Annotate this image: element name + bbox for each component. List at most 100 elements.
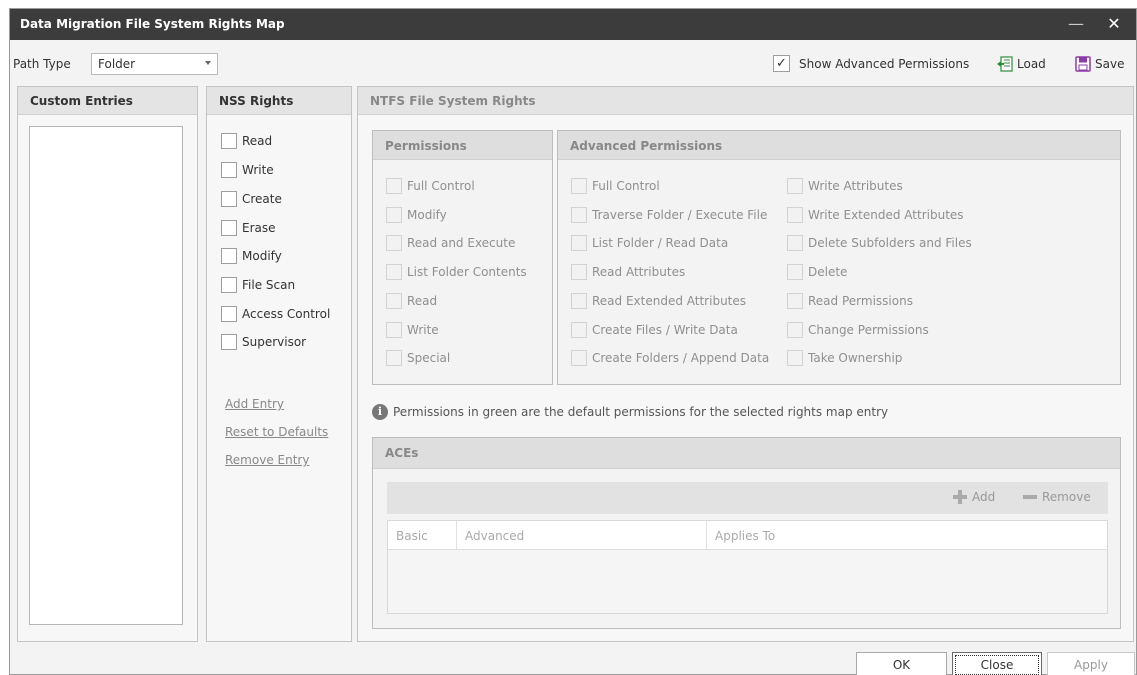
adv-perm-label: Write Extended Attributes [808, 208, 964, 222]
perm-special[interactable]: Special [386, 350, 450, 366]
checkbox[interactable] [787, 264, 803, 280]
nss-right-erase[interactable]: Erase [221, 220, 276, 236]
remove-ace-button[interactable]: Remove [1023, 490, 1091, 504]
adv-perm-item[interactable]: Full Control [571, 178, 660, 194]
checkbox[interactable] [571, 235, 587, 251]
load-button[interactable]: Load [997, 54, 1046, 74]
permissions-title: Permissions [373, 131, 552, 160]
path-type-select[interactable]: Folder [91, 53, 218, 75]
checkbox[interactable] [386, 235, 402, 251]
adv-perm-label: List Folder / Read Data [592, 236, 729, 250]
adv-perm-item[interactable]: Change Permissions [787, 322, 929, 338]
checkbox[interactable] [221, 133, 237, 149]
add-ace-button[interactable]: Add [953, 490, 995, 504]
show-advanced-checkbox[interactable]: ✓ [773, 55, 790, 72]
close-button[interactable]: Close [952, 652, 1042, 675]
close-window-button[interactable]: ✕ [1102, 11, 1126, 37]
aces-title: ACEs [373, 438, 1120, 469]
save-button[interactable]: Save [1075, 54, 1124, 74]
nss-right-label: Modify [242, 249, 282, 263]
ok-button[interactable]: OK [856, 652, 947, 675]
perm-write[interactable]: Write [386, 322, 439, 338]
adv-perm-item[interactable]: Write Attributes [787, 178, 903, 194]
checkbox[interactable] [221, 306, 237, 322]
adv-perm-item[interactable]: List Folder / Read Data [571, 235, 728, 251]
adv-perm-item[interactable]: Read Permissions [787, 293, 913, 309]
checkbox[interactable] [571, 350, 587, 366]
checkbox[interactable] [571, 178, 587, 194]
permissions-group: Permissions Full Control Modify Read and… [372, 130, 553, 385]
load-icon [997, 56, 1013, 72]
info-text: Permissions in green are the default per… [393, 405, 889, 419]
checkbox[interactable] [221, 277, 237, 293]
adv-perm-item[interactable]: Read Attributes [571, 264, 685, 280]
reset-defaults-link[interactable]: Reset to Defaults [225, 425, 328, 439]
column-applies-to[interactable]: Applies To [707, 521, 1109, 550]
checkbox[interactable] [787, 322, 803, 338]
checkbox[interactable] [787, 293, 803, 309]
checkbox[interactable] [571, 293, 587, 309]
adv-perm-item[interactable]: Delete Subfolders and Files [787, 235, 972, 251]
adv-perm-label: Delete [808, 265, 848, 279]
adv-perm-item[interactable]: Take Ownership [787, 350, 902, 366]
perm-label: Write [407, 323, 439, 337]
checkbox[interactable] [787, 235, 803, 251]
perm-list-folder[interactable]: List Folder Contents [386, 264, 527, 280]
custom-entries-list[interactable] [29, 126, 183, 625]
perm-full-control[interactable]: Full Control [386, 178, 475, 194]
checkbox[interactable] [221, 248, 237, 264]
nss-right-supervisor[interactable]: Supervisor [221, 334, 306, 350]
adv-perm-item[interactable]: Read Extended Attributes [571, 293, 746, 309]
perm-modify[interactable]: Modify [386, 207, 447, 223]
nss-right-modify[interactable]: Modify [221, 248, 282, 264]
apply-button[interactable]: Apply [1047, 652, 1135, 675]
perm-read[interactable]: Read [386, 293, 437, 309]
adv-perm-item[interactable]: Create Folders / Append Data [571, 350, 769, 366]
path-type-label: Path Type [13, 57, 71, 71]
checkbox[interactable] [386, 178, 402, 194]
adv-perm-label: Take Ownership [808, 351, 903, 365]
checkbox[interactable] [386, 293, 402, 309]
aces-grid[interactable]: Basic Advanced Applies To [387, 520, 1108, 614]
nss-right-access-control[interactable]: Access Control [221, 306, 330, 322]
checkbox[interactable] [571, 322, 587, 338]
nss-right-label: Create [242, 192, 282, 206]
add-entry-link[interactable]: Add Entry [225, 397, 284, 411]
adv-perm-label: Delete Subfolders and Files [808, 236, 972, 250]
checkbox[interactable] [386, 207, 402, 223]
aces-grid-header: Basic Advanced Applies To [388, 521, 1107, 550]
checkbox[interactable] [221, 220, 237, 236]
nss-rights-panel: NSS Rights Read Write Create Erase Modif… [206, 86, 352, 642]
adv-perm-item[interactable]: Create Files / Write Data [571, 322, 738, 338]
checkbox[interactable] [221, 191, 237, 207]
checkbox[interactable] [386, 264, 402, 280]
adv-perm-label: Full Control [592, 179, 660, 193]
nss-right-write[interactable]: Write [221, 162, 274, 178]
remove-entry-link[interactable]: Remove Entry [225, 453, 309, 467]
perm-read-execute[interactable]: Read and Execute [386, 235, 515, 251]
perm-label: Read and Execute [407, 236, 516, 250]
checkbox[interactable] [571, 264, 587, 280]
show-advanced-label: Show Advanced Permissions [799, 57, 970, 71]
adv-perm-item[interactable]: Traverse Folder / Execute File [571, 207, 767, 223]
nss-right-read[interactable]: Read [221, 133, 272, 149]
column-basic[interactable]: Basic [388, 521, 457, 550]
checkbox[interactable] [571, 207, 587, 223]
adv-perm-item[interactable]: Write Extended Attributes [787, 207, 964, 223]
nss-right-file-scan[interactable]: File Scan [221, 277, 295, 293]
adv-perm-item[interactable]: Delete [787, 264, 847, 280]
column-advanced[interactable]: Advanced [457, 521, 707, 550]
checkbox[interactable] [221, 162, 237, 178]
adv-perm-label: Change Permissions [808, 323, 929, 337]
nss-right-create[interactable]: Create [221, 191, 282, 207]
minimize-button[interactable]: — [1064, 11, 1088, 37]
custom-entries-title: Custom Entries [18, 87, 197, 115]
checkbox[interactable] [787, 350, 803, 366]
custom-entries-panel: Custom Entries [17, 86, 198, 642]
checkbox[interactable] [787, 178, 803, 194]
checkbox[interactable] [386, 322, 402, 338]
adv-perm-label: Traverse Folder / Execute File [592, 208, 768, 222]
checkbox[interactable] [221, 334, 237, 350]
checkbox[interactable] [787, 207, 803, 223]
checkbox[interactable] [386, 350, 402, 366]
